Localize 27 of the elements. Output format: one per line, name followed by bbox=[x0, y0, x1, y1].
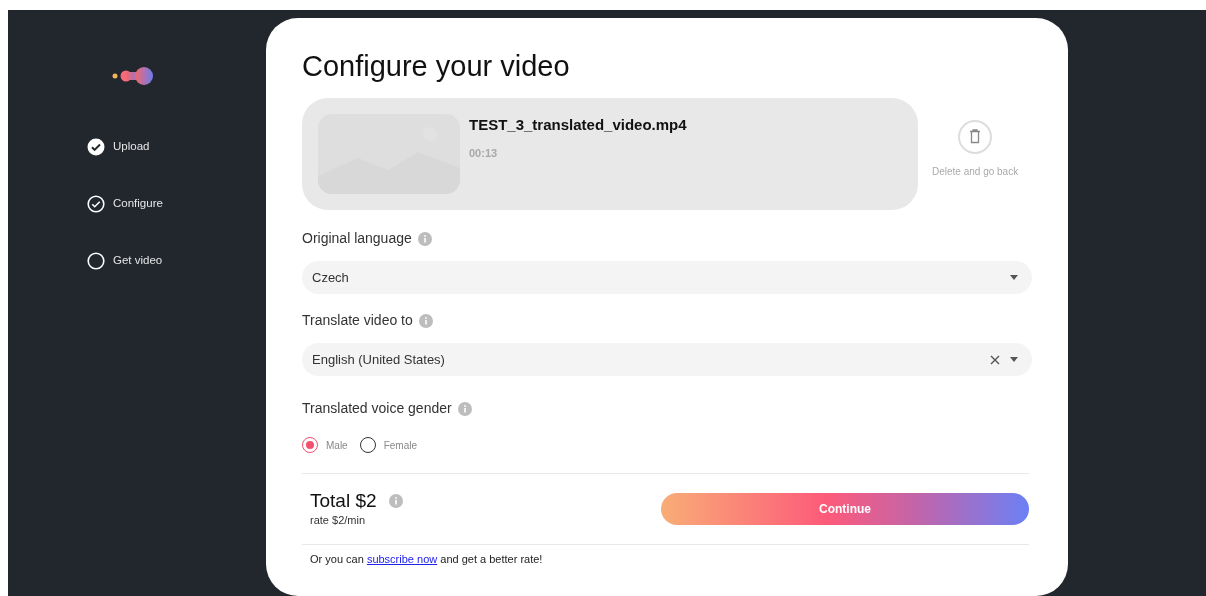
field-label: Translate video to bbox=[302, 311, 413, 330]
video-duration: 00:13 bbox=[469, 145, 499, 161]
page-title: Configure your video bbox=[302, 49, 571, 84]
info-icon[interactable] bbox=[417, 231, 432, 246]
field-label: Translated voice gender bbox=[302, 399, 452, 418]
radio-label[interactable]: Male bbox=[326, 437, 348, 453]
trash-icon bbox=[969, 129, 982, 144]
dropdown-caret-icon[interactable] bbox=[1010, 357, 1018, 362]
select-field[interactable]: Czech bbox=[302, 261, 1032, 294]
delete-button[interactable] bbox=[958, 119, 993, 154]
field-label: Original language bbox=[302, 229, 412, 248]
dropdown-caret-icon[interactable] bbox=[1010, 275, 1018, 280]
step-label[interactable]: Upload bbox=[113, 138, 150, 156]
rate-text: rate $2/min bbox=[310, 512, 367, 528]
radio-label[interactable]: Female bbox=[383, 437, 418, 453]
clear-icon[interactable] bbox=[990, 354, 1000, 365]
file-name: TEST_3_translated_video.mp4 bbox=[469, 115, 687, 135]
info-icon[interactable] bbox=[457, 401, 472, 416]
subscribe-link[interactable]: subscribe now bbox=[366, 553, 438, 565]
total-price: Total $2 bbox=[310, 489, 377, 512]
info-icon[interactable] bbox=[388, 493, 403, 508]
logo-icon bbox=[112, 66, 154, 86]
info-icon[interactable] bbox=[418, 313, 433, 328]
subscribe-note: Or you can subscribe now and get a better rate! bbox=[310, 552, 544, 567]
step-label[interactable]: Configure bbox=[113, 195, 163, 213]
step-label[interactable]: Get video bbox=[113, 252, 163, 270]
select-field[interactable]: English (United States) bbox=[302, 343, 1032, 376]
